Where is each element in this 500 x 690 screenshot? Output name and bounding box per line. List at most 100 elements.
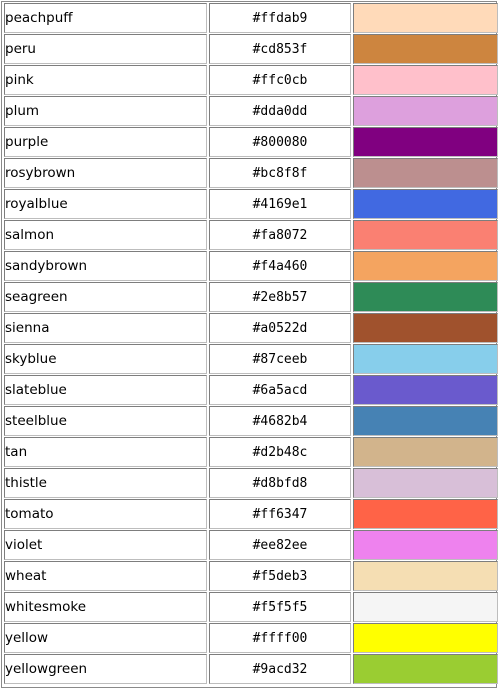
table-row: seagreen #2e8b57: [4, 282, 498, 312]
table-row: wheat #f5deb3: [4, 561, 498, 591]
color-swatch: [354, 159, 497, 187]
color-swatch-cell: [353, 3, 498, 33]
color-swatch-cell: [353, 189, 498, 219]
color-hex-cell: #d8bfd8: [209, 468, 351, 498]
color-hex-cell: #bc8f8f: [209, 158, 351, 188]
color-swatch-cell: [353, 65, 498, 95]
table-row: whitesmoke #f5f5f5: [4, 592, 498, 622]
color-name-cell: yellow: [4, 623, 207, 653]
color-reference-table-frame: peachpuff #ffdab9 peru #cd853f pink #ffc0cb pl…: [1, 1, 500, 688]
color-hex-cell: #ffc0cb: [209, 65, 351, 95]
color-swatch-cell: [353, 220, 498, 250]
color-swatch: [354, 252, 497, 280]
color-hex-cell: #4169e1: [209, 189, 351, 219]
color-name-cell: tan: [4, 437, 207, 467]
color-hex-cell: #fa8072: [209, 220, 351, 250]
color-hex-cell: #800080: [209, 127, 351, 157]
color-name-cell: tomato: [4, 499, 207, 529]
color-hex-cell: #f4a460: [209, 251, 351, 281]
table-row: peachpuff #ffdab9: [4, 3, 498, 33]
color-swatch-cell: [353, 437, 498, 467]
table-row: sienna #a0522d: [4, 313, 498, 343]
color-swatch: [354, 655, 497, 683]
table-row: skyblue #87ceeb: [4, 344, 498, 374]
color-name-cell: plum: [4, 96, 207, 126]
table-row: royalblue #4169e1: [4, 189, 498, 219]
color-name-cell: peru: [4, 34, 207, 64]
color-swatch-cell: [353, 654, 498, 684]
table-row: steelblue #4682b4: [4, 406, 498, 436]
color-swatch-cell: [353, 282, 498, 312]
color-swatch-cell: [353, 561, 498, 591]
color-hex-cell: #d2b48c: [209, 437, 351, 467]
table-row: sandybrown #f4a460: [4, 251, 498, 281]
color-name-cell: yellowgreen: [4, 654, 207, 684]
color-name-cell: rosybrown: [4, 158, 207, 188]
color-swatch: [354, 500, 497, 528]
color-name-cell: salmon: [4, 220, 207, 250]
table-row: tan #d2b48c: [4, 437, 498, 467]
color-swatch-cell: [353, 158, 498, 188]
color-name-cell: peachpuff: [4, 3, 207, 33]
color-swatch: [354, 562, 497, 590]
table-row: yellow #ffff00: [4, 623, 498, 653]
color-swatch: [354, 593, 497, 621]
color-swatch: [354, 190, 497, 218]
color-swatch: [354, 128, 497, 156]
color-swatch-cell: [353, 530, 498, 560]
color-hex-cell: #f5f5f5: [209, 592, 351, 622]
color-name-cell: sienna: [4, 313, 207, 343]
color-swatch: [354, 283, 497, 311]
table-row: rosybrown #bc8f8f: [4, 158, 498, 188]
color-hex-cell: #ffff00: [209, 623, 351, 653]
color-swatch: [354, 624, 497, 652]
color-swatch-cell: [353, 34, 498, 64]
color-hex-cell: #2e8b57: [209, 282, 351, 312]
color-swatch-cell: [353, 251, 498, 281]
color-name-cell: thistle: [4, 468, 207, 498]
color-hex-cell: #a0522d: [209, 313, 351, 343]
color-swatch: [354, 314, 497, 342]
color-hex-cell: #ff6347: [209, 499, 351, 529]
color-swatch: [354, 376, 497, 404]
color-name-cell: purple: [4, 127, 207, 157]
table-row: slateblue #6a5acd: [4, 375, 498, 405]
table-row: purple #800080: [4, 127, 498, 157]
color-hex-cell: #dda0dd: [209, 96, 351, 126]
color-hex-cell: #ee82ee: [209, 530, 351, 560]
color-swatch-cell: [353, 127, 498, 157]
color-swatch: [354, 4, 497, 32]
color-swatch-cell: [353, 406, 498, 436]
color-name-cell: skyblue: [4, 344, 207, 374]
color-swatch-cell: [353, 592, 498, 622]
color-table-body: peachpuff #ffdab9 peru #cd853f pink #ffc0cb pl…: [4, 3, 498, 684]
table-row: peru #cd853f: [4, 34, 498, 64]
color-swatch: [354, 407, 497, 435]
color-swatch-cell: [353, 468, 498, 498]
color-swatch: [354, 97, 497, 125]
color-name-cell: seagreen: [4, 282, 207, 312]
table-row: plum #dda0dd: [4, 96, 498, 126]
color-name-cell: whitesmoke: [4, 592, 207, 622]
color-swatch: [354, 531, 497, 559]
color-swatch-cell: [353, 375, 498, 405]
color-swatch-cell: [353, 313, 498, 343]
color-swatch: [354, 66, 497, 94]
color-hex-cell: #f5deb3: [209, 561, 351, 591]
color-swatch: [354, 438, 497, 466]
table-row: tomato #ff6347: [4, 499, 498, 529]
table-row: pink #ffc0cb: [4, 65, 498, 95]
color-swatch-cell: [353, 499, 498, 529]
color-name-cell: pink: [4, 65, 207, 95]
color-swatch: [354, 469, 497, 497]
table-row: violet #ee82ee: [4, 530, 498, 560]
color-name-cell: slateblue: [4, 375, 207, 405]
color-name-cell: steelblue: [4, 406, 207, 436]
color-hex-cell: #cd853f: [209, 34, 351, 64]
color-swatch-cell: [353, 623, 498, 653]
color-reference-table: peachpuff #ffdab9 peru #cd853f pink #ffc0cb pl…: [2, 2, 500, 685]
color-swatch: [354, 345, 497, 373]
table-row: salmon #fa8072: [4, 220, 498, 250]
color-hex-cell: #4682b4: [209, 406, 351, 436]
color-hex-cell: #6a5acd: [209, 375, 351, 405]
